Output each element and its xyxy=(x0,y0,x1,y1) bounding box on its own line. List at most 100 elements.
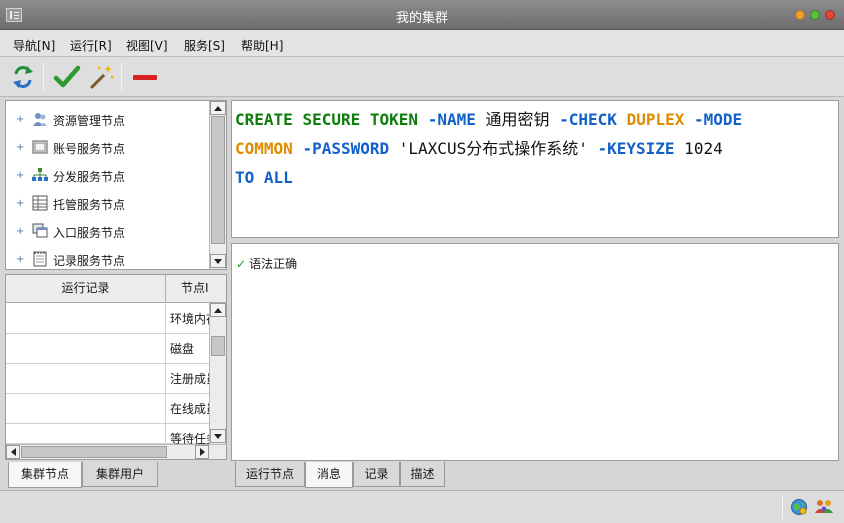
table-row[interactable]: 环境内存 xyxy=(6,304,209,334)
scroll-right-button[interactable] xyxy=(195,445,209,459)
scroll-up-button[interactable] xyxy=(210,101,226,115)
scroll-down-button[interactable] xyxy=(210,254,226,268)
command-line[interactable]: TO ALL xyxy=(235,163,832,192)
tab-run-nodes[interactable]: 运行节点 xyxy=(235,462,305,487)
menu-view[interactable]: 视图[V] xyxy=(126,37,168,54)
tree-item-account[interactable]: + 账号服务节点 xyxy=(6,134,206,162)
tree-item-label: 分发服务节点 xyxy=(53,170,126,184)
command-token xyxy=(254,168,264,187)
command-token: COMMON xyxy=(235,139,293,158)
tree-item-resource[interactable]: + 资源管理节点 xyxy=(6,106,206,134)
table-horizontal-scrollbar[interactable] xyxy=(6,444,226,459)
check-syntax-button[interactable] xyxy=(53,63,81,91)
command-token: -MODE xyxy=(694,110,743,129)
notepad-icon xyxy=(33,251,47,267)
command-token: TO xyxy=(235,168,255,187)
window-title: 我的集群 xyxy=(395,11,448,26)
status-bar xyxy=(0,490,844,523)
command-token: DUPLEX xyxy=(626,110,685,129)
tree-item-distribution[interactable]: + 分发服务节点 xyxy=(6,162,206,190)
command-token: TOKEN xyxy=(369,110,419,129)
close-button[interactable] xyxy=(825,10,835,20)
command-token: -NAME xyxy=(427,110,476,129)
scroll-thumb[interactable] xyxy=(21,446,167,458)
command-line[interactable]: CREATE SECURE TOKEN -NAME 通用密钥 -CHECK DU… xyxy=(235,105,832,134)
status-separator xyxy=(782,495,783,519)
command-token: CREATE xyxy=(235,110,293,129)
account-icon xyxy=(32,140,48,154)
table-icon xyxy=(32,195,48,211)
message-panel: ✓ 语法正确 xyxy=(231,243,839,461)
table-cell-node: 注册成员 xyxy=(170,372,209,386)
toolbar xyxy=(0,57,844,97)
maximize-button[interactable] xyxy=(810,10,820,20)
command-token: 通用密钥 xyxy=(475,110,560,129)
users-icon xyxy=(33,113,47,126)
tab-messages[interactable]: 消息 xyxy=(305,462,353,488)
command-token xyxy=(617,110,627,129)
scroll-down-button[interactable] xyxy=(210,429,226,443)
cluster-tree-panel: + 资源管理节点 + 账号服务节点 + 分发服务节点 + 托管服务节点 + 入口… xyxy=(5,100,227,270)
expand-icon[interactable]: + xyxy=(16,198,24,209)
message-text: 语法正确 xyxy=(249,257,298,271)
expand-icon[interactable]: + xyxy=(16,226,24,237)
expand-icon[interactable]: + xyxy=(16,170,24,181)
menu-service[interactable]: 服务[S] xyxy=(184,37,225,54)
bottom-tab-bar: 运行节点 消息 记录 描述 xyxy=(235,462,455,488)
column-header-log[interactable]: 运行记录 xyxy=(6,275,166,303)
command-token: -PASSWORD xyxy=(302,139,390,158)
tree-item-label: 入口服务节点 xyxy=(53,226,126,240)
left-tab-bar: 集群节点 集群用户 xyxy=(8,462,228,488)
command-token: ALL xyxy=(263,168,293,187)
menu-bar: 导航[N] 运行[R] 视图[V] 服务[S] 帮助[H] xyxy=(0,30,844,57)
command-text[interactable]: CREATE SECURE TOKEN -NAME 通用密钥 -CHECK DU… xyxy=(235,105,832,192)
table-row[interactable]: 在线成员 xyxy=(6,394,209,424)
scroll-thumb[interactable] xyxy=(211,336,225,356)
command-line[interactable]: COMMON -PASSWORD 'LAXCUS分布式操作系统' -KEYSIZ… xyxy=(235,134,832,163)
minimize-button[interactable] xyxy=(795,10,805,20)
table-cell-node: 在线成员 xyxy=(170,402,209,416)
command-token: -CHECK xyxy=(559,110,617,129)
tree-item-label: 托管服务节点 xyxy=(53,198,126,212)
window-stack-icon xyxy=(32,223,48,238)
refresh-icon xyxy=(13,66,33,88)
tab-cluster-nodes[interactable]: 集群节点 xyxy=(8,462,82,488)
tab-cluster-users[interactable]: 集群用户 xyxy=(82,462,158,487)
menu-navigate[interactable]: 导航[N] xyxy=(13,37,55,54)
command-token: -KEYSIZE xyxy=(597,139,675,158)
menu-run[interactable]: 运行[R] xyxy=(70,37,112,54)
tree-item-entrance[interactable]: + 入口服务节点 xyxy=(6,218,206,246)
network-globe-icon[interactable] xyxy=(790,498,808,516)
table-vertical-scrollbar[interactable] xyxy=(209,303,226,444)
title-bar: 我的集群 xyxy=(0,0,844,30)
command-token xyxy=(360,110,370,129)
command-editor[interactable]: CREATE SECURE TOKEN -NAME 通用密钥 -CHECK DU… xyxy=(231,100,839,238)
command-token xyxy=(293,110,303,129)
expand-icon[interactable]: + xyxy=(16,254,24,265)
column-header-node[interactable]: 节点I xyxy=(166,275,228,303)
stop-icon xyxy=(133,75,157,80)
table-cell-log xyxy=(6,304,166,334)
tab-description[interactable]: 描述 xyxy=(400,462,445,487)
tab-records[interactable]: 记录 xyxy=(353,462,400,487)
refresh-button[interactable] xyxy=(9,63,37,91)
command-token: 'LAXCUS分布式操作系统' xyxy=(389,139,598,158)
table-row[interactable]: 注册成员 xyxy=(6,364,209,394)
scroll-up-button[interactable] xyxy=(210,303,226,317)
tree-item-record[interactable]: + 记录服务节点 xyxy=(6,246,206,274)
magic-wand-button[interactable] xyxy=(87,63,115,91)
scroll-left-button[interactable] xyxy=(6,445,20,459)
stop-button[interactable] xyxy=(131,63,159,91)
users-group-icon[interactable] xyxy=(815,498,833,516)
tree-item-hosting[interactable]: + 托管服务节点 xyxy=(6,190,206,218)
scroll-thumb[interactable] xyxy=(211,116,225,244)
expand-icon[interactable]: + xyxy=(16,142,24,153)
check-icon xyxy=(53,65,81,88)
expand-icon[interactable]: + xyxy=(16,114,24,125)
menu-help[interactable]: 帮助[H] xyxy=(241,37,283,54)
table-row[interactable]: 等待任务 xyxy=(6,424,209,446)
tree-scrollbar[interactable] xyxy=(209,101,226,269)
tree-item-label: 账号服务节点 xyxy=(53,142,126,156)
table-row[interactable]: 磁盘 xyxy=(6,334,209,364)
table-cell-node: 磁盘 xyxy=(170,342,195,356)
